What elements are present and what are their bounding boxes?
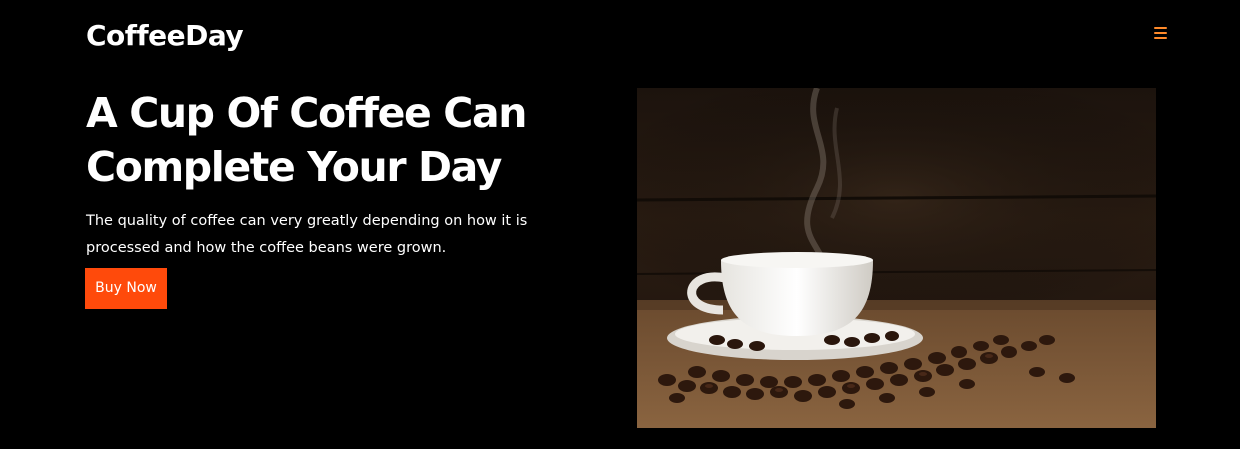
hamburger-menu-icon[interactable] <box>1152 24 1170 42</box>
buy-now-button[interactable]: Buy Now <box>85 268 167 309</box>
coffee-cup-image <box>637 88 1156 428</box>
hero-description: The quality of coffee can very greatly d… <box>86 213 528 256</box>
hero-title: A Cup Of Coffee Can Complete Your Day <box>86 89 527 191</box>
brand-logo[interactable]: CoffeeDay <box>86 18 244 54</box>
page: CoffeeDay A Cup Of Coffee Can Complete Y… <box>0 0 1240 449</box>
